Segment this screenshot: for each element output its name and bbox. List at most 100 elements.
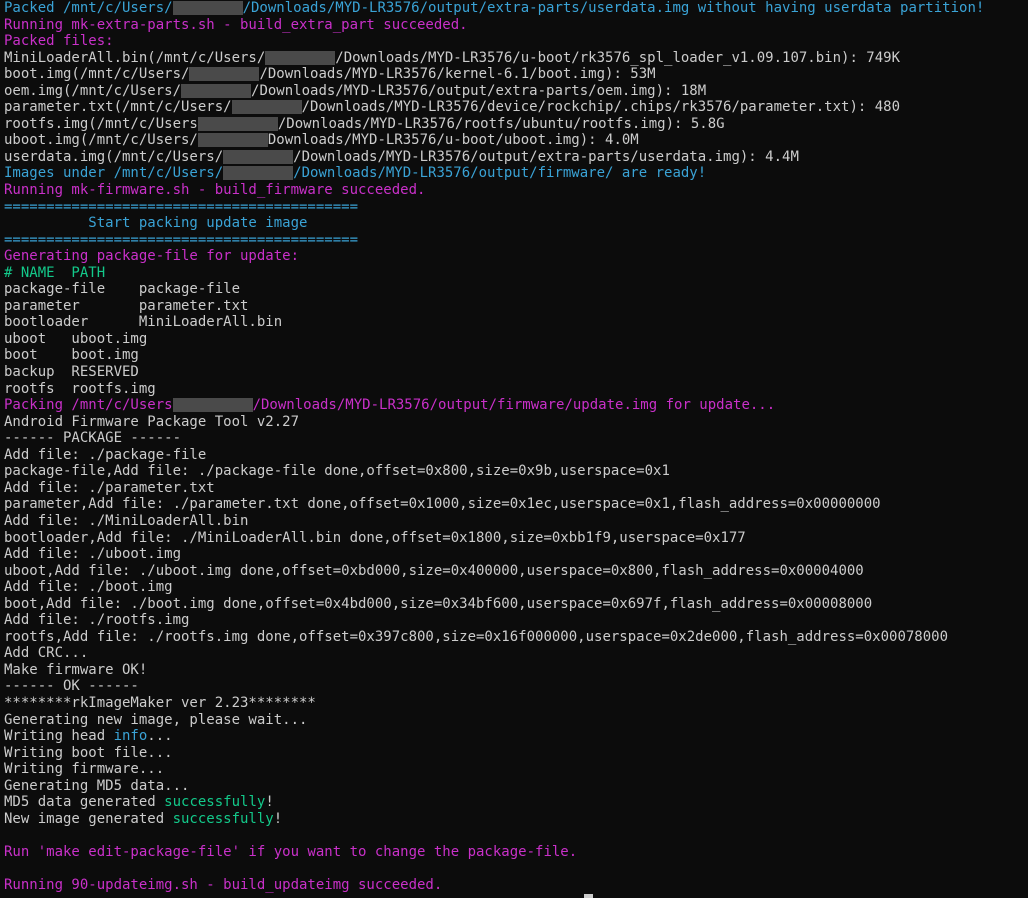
terminal-text: Generating new image, please wait... — [4, 711, 308, 728]
terminal-line: ========================================… — [4, 199, 1024, 216]
terminal-line: Add CRC... — [4, 645, 1024, 662]
terminal-line: bootloader,Add file: ./MiniLoaderAll.bin… — [4, 530, 1024, 547]
terminal-text: Add CRC... — [4, 645, 89, 662]
terminal-text: Running 90-updateimg.sh - build_updateim… — [4, 876, 443, 893]
terminal-line: package-file package-file — [4, 281, 1024, 298]
terminal-line: Add file: ./MiniLoaderAll.bin — [4, 513, 1024, 530]
terminal-line: New image generated successfully! — [4, 811, 1024, 828]
redacted-username — [197, 116, 278, 131]
redacted-username — [231, 100, 302, 115]
terminal-text: rootfs,Add file: ./rootfs.img done,offse… — [4, 628, 949, 645]
terminal-text: parameter,Add file: ./parameter.txt done… — [4, 496, 881, 513]
terminal-line: Start packing update image — [4, 215, 1024, 232]
redacted-username — [172, 398, 253, 413]
terminal-line: backup RESERVED — [4, 364, 1024, 381]
terminal-text: # NAME PATH — [4, 264, 106, 281]
terminal-text: rootfs.img(/mnt/c/Users — [4, 115, 198, 132]
terminal-text: Packed files: — [4, 33, 114, 50]
redacted-username — [181, 83, 252, 98]
terminal-text: oem.img(/mnt/c/Users/ — [4, 82, 182, 99]
terminal-text: package-file package-file — [4, 281, 241, 298]
terminal-line: Run 'make edit-package-file' if you want… — [4, 844, 1024, 861]
terminal-line: Android Firmware Package Tool v2.27 — [4, 414, 1024, 431]
terminal-text: Add file: ./parameter.txt — [4, 479, 215, 496]
terminal-line: Add file: ./uboot.img — [4, 546, 1024, 563]
terminal-text: /Downloads/MYD-LR3576/output/extra-parts… — [242, 0, 985, 16]
terminal-line: Running 90-updateimg.sh - build_updateim… — [4, 877, 1024, 894]
terminal-text: MiniLoaderAll.bin(/mnt/c/Users/ — [4, 49, 266, 66]
terminal-text: MD5 data generated — [4, 794, 165, 811]
terminal-line: userdata.img(/mnt/c/Users/ /Downloads/MYD… — [4, 149, 1024, 166]
terminal-text: Packing /mnt/c/Users — [4, 397, 173, 414]
terminal-text: Run 'make edit-package-file' if you want… — [4, 843, 578, 860]
terminal-line: uboot,Add file: ./uboot.img done,offset=… — [4, 563, 1024, 580]
terminal-text: Images under /mnt/c/Users/ — [4, 165, 224, 182]
redacted-username — [197, 133, 268, 148]
terminal-text: rootfs rootfs.img — [4, 380, 156, 397]
terminal-line: boot boot.img — [4, 347, 1024, 364]
terminal-line: Images under /mnt/c/Users/ /Downloads/MYD… — [4, 165, 1024, 182]
terminal-text: Generating MD5 data... — [4, 777, 190, 794]
terminal-text: Add file: ./rootfs.img — [4, 612, 190, 629]
terminal-text: /Downloads/MYD-LR3576/output/extra-parts… — [293, 148, 799, 165]
terminal-text: Add file: ./package-file — [4, 446, 207, 463]
terminal-text: ------ PACKAGE ------ — [4, 430, 182, 447]
terminal-line: boot.img(/mnt/c/Users/ /Downloads/MYD-LR3… — [4, 66, 1024, 83]
terminal-text: Add file: ./boot.img — [4, 579, 173, 596]
terminal-text: bootloader,Add file: ./MiniLoaderAll.bin… — [4, 529, 746, 546]
terminal-line: Packing /mnt/c/Users/Downloads/MYD-LR357… — [4, 397, 1024, 414]
terminal-text: uboot.img(/mnt/c/Users/ — [4, 132, 198, 149]
terminal-line: MD5 data generated successfully! — [4, 794, 1024, 811]
terminal-line: Writing head info... — [4, 728, 1024, 745]
terminal-text: successfully — [172, 810, 274, 827]
terminal-text: Writing head — [4, 728, 114, 745]
terminal-line: bootloader MiniLoaderAll.bin — [4, 314, 1024, 331]
terminal-line: Packed files: — [4, 33, 1024, 50]
terminal-text: Make firmware OK! — [4, 661, 148, 678]
terminal-text: userdata.img(/mnt/c/Users/ — [4, 148, 224, 165]
terminal-text: Generating package-file for update: — [4, 248, 300, 265]
terminal-line: uboot.img(/mnt/c/Users/Downloads/MYD-LR3… — [4, 132, 1024, 149]
terminal-text: uboot uboot.img — [4, 330, 148, 347]
terminal-text: boot.img(/mnt/c/Users/ — [4, 66, 190, 83]
terminal-line: package-file,Add file: ./package-file do… — [4, 463, 1024, 480]
terminal-text: bootloader MiniLoaderAll.bin — [4, 314, 283, 331]
terminal-output[interactable]: Packed /mnt/c/Users/ /Downloads/MYD-LR357… — [0, 0, 1028, 898]
terminal-line: rootfs,Add file: ./rootfs.img done,offse… — [4, 629, 1024, 646]
terminal-text: /Downloads/MYD-LR3576/output/firmware/up… — [252, 397, 776, 414]
terminal-line: ********rkImageMaker ver 2.23******** — [4, 695, 1024, 712]
terminal-line: Add file: ./boot.img — [4, 579, 1024, 596]
terminal-text: /Downloads/MYD-LR3576/kernel-6.1/boot.im… — [259, 66, 656, 83]
terminal-text: backup RESERVED — [4, 364, 139, 381]
terminal-line: Add file: ./package-file — [4, 447, 1024, 464]
terminal-line: ------ PACKAGE ------ — [4, 430, 1024, 447]
terminal-text: ========================================… — [4, 198, 359, 215]
redacted-username — [189, 67, 260, 82]
terminal-line: Running mk-firmware.sh - build_firmware … — [4, 182, 1024, 199]
terminal-text: parameter parameter.txt — [4, 297, 249, 314]
terminal-text: package-file,Add file: ./package-file do… — [4, 463, 670, 480]
terminal-line: rootfs rootfs.img — [4, 381, 1024, 398]
redacted-username — [223, 149, 294, 164]
terminal-line: parameter.txt(/mnt/c/Users/ /Downloads/MY… — [4, 99, 1024, 116]
redacted-username — [265, 50, 336, 65]
terminal-line: Writing boot file... — [4, 745, 1024, 762]
terminal-text: /Downloads/MYD-LR3576/device/rockchip/.c… — [301, 99, 901, 116]
terminal-text: uboot,Add file: ./uboot.img done,offset=… — [4, 562, 864, 579]
terminal-line: # NAME PATH — [4, 265, 1024, 282]
terminal-line: Add file: ./parameter.txt — [4, 480, 1024, 497]
terminal-text: New image generated — [4, 810, 173, 827]
terminal-text: ... — [147, 728, 173, 745]
prompt-line[interactable] — [4, 894, 1024, 898]
terminal-line: Make firmware OK! — [4, 662, 1024, 679]
terminal-text: ********rkImageMaker ver 2.23******** — [4, 694, 316, 711]
terminal-text: Running mk-extra-parts.sh - build_extra_… — [4, 16, 468, 33]
terminal-text: Downloads/MYD-LR3576/u-boot/uboot.img): … — [267, 132, 639, 149]
terminal-text: boot,Add file: ./boot.img done,offset=0x… — [4, 595, 873, 612]
terminal-line: oem.img(/mnt/c/Users/ /Downloads/MYD-LR35… — [4, 83, 1024, 100]
terminal-text: Add file: ./uboot.img — [4, 546, 182, 563]
terminal-text: ------ OK ------ — [4, 678, 139, 695]
terminal-text: /Downloads/MYD-LR3576/u-boot/rk3576_spl_… — [335, 49, 901, 66]
